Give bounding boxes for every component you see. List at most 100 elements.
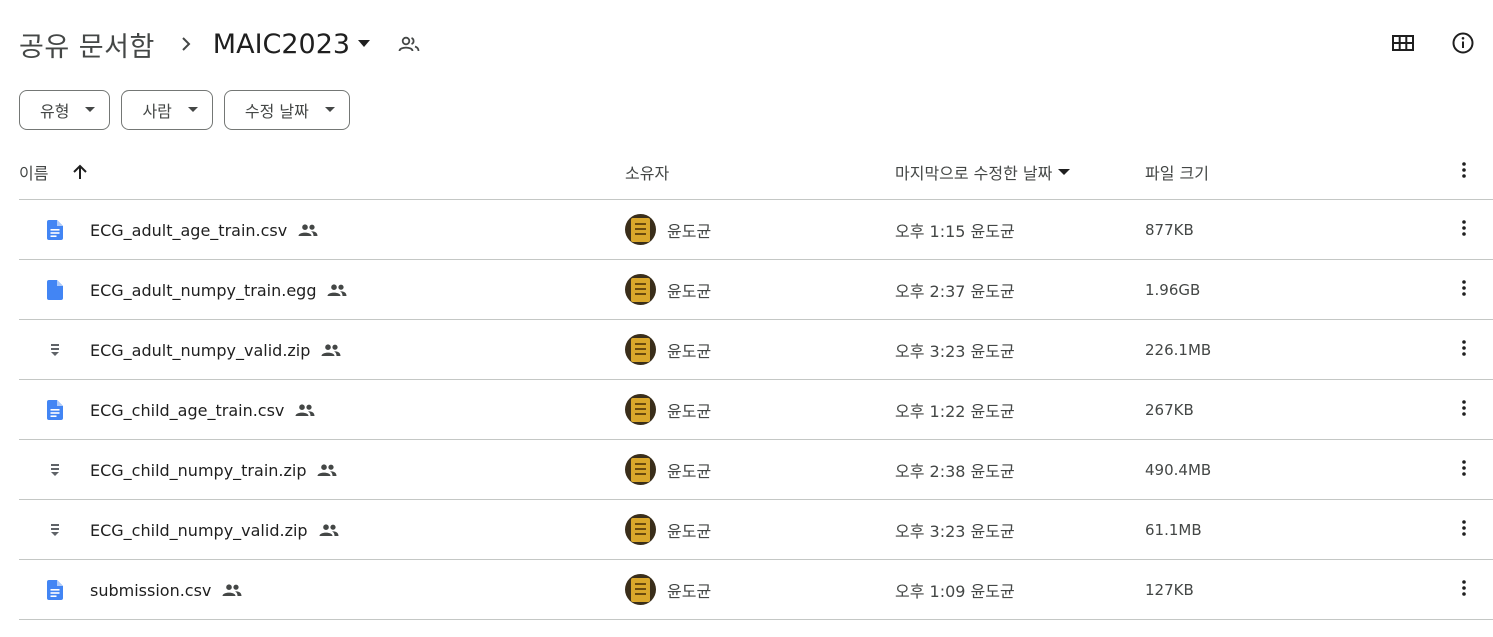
file-name: ECG_adult_numpy_valid.zip xyxy=(90,340,311,360)
file-name-cell: ECG_child_numpy_train.zip xyxy=(90,440,337,500)
owner-name: 윤도균 xyxy=(667,461,712,481)
avatar[interactable] xyxy=(625,214,656,245)
modified-sort-button[interactable]: 마지막으로 수정한 날짜 xyxy=(895,160,1071,184)
table-row[interactable]: ECG_child_age_train.csv 윤도균 오후 1:22 윤도균 … xyxy=(19,380,1493,440)
more-vert-icon xyxy=(1462,162,1466,182)
owner-cell: 윤도균 xyxy=(625,394,711,425)
file-name: ECG_adult_age_train.csv xyxy=(90,220,288,240)
more-vert-icon xyxy=(1462,400,1466,420)
row-more-button[interactable] xyxy=(1449,335,1479,365)
people-filter-chip[interactable]: 사람 xyxy=(121,90,213,130)
header-owner-label: 소유자 xyxy=(625,164,670,183)
caret-down-icon xyxy=(187,107,198,113)
file-name-cell: ECG_child_numpy_valid.zip xyxy=(90,500,339,560)
size-cell: 1.96GB xyxy=(1145,281,1201,299)
owner-name: 윤도균 xyxy=(667,341,712,361)
table-header: 이름 소유자 마지막으로 수정한 날짜 파일 크기 xyxy=(19,145,1493,200)
chip-label: 사람 xyxy=(142,102,172,121)
folder-dropdown-button[interactable]: MAIC2023 xyxy=(213,29,371,60)
header-size[interactable]: 파일 크기 xyxy=(1145,160,1209,184)
owner-name: 윤도균 xyxy=(667,221,712,241)
header-owner[interactable]: 소유자 xyxy=(625,160,669,184)
avatar[interactable] xyxy=(625,574,656,605)
owner-cell: 윤도균 xyxy=(625,454,711,485)
more-vert-icon xyxy=(1462,280,1466,300)
header-size-label: 파일 크기 xyxy=(1145,164,1209,183)
header-modified[interactable]: 마지막으로 수정한 날짜 xyxy=(895,160,1071,184)
modified-filter-chip[interactable]: 수정 날짜 xyxy=(223,90,350,130)
owner-name: 윤도균 xyxy=(667,401,712,421)
shared-people-icon xyxy=(298,224,318,236)
shared-people-icon xyxy=(321,344,341,356)
row-more-button[interactable] xyxy=(1449,275,1479,305)
avatar[interactable] xyxy=(625,334,656,365)
breadcrumb: 공유 문서함 MAIC2023 xyxy=(19,22,420,66)
table-row[interactable]: ECG_child_numpy_train.zip 윤도균 오후 2:38 윤도… xyxy=(19,440,1493,500)
modified-cell: 오후 3:23 윤도균 xyxy=(895,342,1015,361)
more-vert-icon xyxy=(1462,460,1466,480)
header-modified-label: 마지막으로 수정한 날짜 xyxy=(895,164,1053,183)
type-filter-chip[interactable]: 유형 xyxy=(19,90,111,130)
chip-label: 수정 날짜 xyxy=(244,102,309,121)
chevron-right-icon xyxy=(181,36,191,52)
avatar[interactable] xyxy=(625,394,656,425)
arrow-up-icon[interactable] xyxy=(72,164,88,180)
shared-people-icon xyxy=(319,524,339,536)
file-name: ECG_child_numpy_train.zip xyxy=(90,460,307,480)
file-name-cell: ECG_adult_numpy_train.egg xyxy=(90,260,347,320)
document-icon xyxy=(45,398,65,422)
caret-down-icon xyxy=(85,107,96,113)
size-cell: 267KB xyxy=(1145,401,1194,419)
file-name-cell: ECG_adult_age_train.csv xyxy=(90,200,318,260)
file-name: ECG_child_numpy_valid.zip xyxy=(90,520,308,540)
size-cell: 127KB xyxy=(1145,581,1194,599)
row-more-button[interactable] xyxy=(1449,515,1479,545)
more-vert-icon xyxy=(1462,340,1466,360)
file-name-cell: ECG_child_age_train.csv xyxy=(90,380,315,440)
row-more-button[interactable] xyxy=(1449,395,1479,425)
details-button[interactable] xyxy=(1433,30,1493,60)
table-row[interactable]: ECG_adult_numpy_train.egg 윤도균 오후 2:37 윤도… xyxy=(19,260,1493,320)
owner-cell: 윤도균 xyxy=(625,214,711,245)
size-cell: 490.4MB xyxy=(1145,461,1212,479)
zip-icon xyxy=(45,518,65,542)
table-row[interactable]: ECG_adult_numpy_valid.zip 윤도균 오후 3:23 윤도… xyxy=(19,320,1493,380)
table-row[interactable]: ECG_child_numpy_valid.zip 윤도균 오후 3:23 윤도… xyxy=(19,500,1493,560)
header-name-label: 이름 xyxy=(19,164,49,183)
file-table: 이름 소유자 마지막으로 수정한 날짜 파일 크기 ECG_adult_age_… xyxy=(19,145,1493,620)
owner-cell: 윤도균 xyxy=(625,274,711,305)
owner-name: 윤도균 xyxy=(667,521,712,541)
row-more-button[interactable] xyxy=(1449,575,1479,605)
owner-cell: 윤도균 xyxy=(625,574,711,605)
more-vert-icon xyxy=(1462,520,1466,540)
row-more-button[interactable] xyxy=(1449,215,1479,245)
caret-down-icon xyxy=(358,40,371,48)
grid-view-button[interactable] xyxy=(1373,30,1433,60)
grid-view-icon xyxy=(1392,35,1414,55)
avatar[interactable] xyxy=(625,454,656,485)
table-row[interactable]: ECG_adult_age_train.csv 윤도균 오후 1:15 윤도균 … xyxy=(19,200,1493,260)
column-options-button[interactable] xyxy=(1449,162,1479,182)
modified-cell: 오후 2:38 윤도균 xyxy=(895,462,1015,481)
avatar[interactable] xyxy=(625,514,656,545)
document-icon xyxy=(45,218,65,242)
document-icon xyxy=(45,578,65,602)
owner-cell: 윤도균 xyxy=(625,334,711,365)
caret-down-icon xyxy=(1058,168,1071,176)
table-row[interactable]: submission.csv 윤도균 오후 1:09 윤도균 127KB xyxy=(19,560,1493,620)
row-more-button[interactable] xyxy=(1449,455,1479,485)
people-icon[interactable] xyxy=(398,36,420,52)
file-name: ECG_adult_numpy_train.egg xyxy=(90,280,317,300)
file-name: submission.csv xyxy=(90,580,212,600)
top-actions xyxy=(1373,30,1493,60)
file-name: ECG_child_age_train.csv xyxy=(90,400,285,420)
shared-people-icon xyxy=(317,464,337,476)
file-icon xyxy=(45,278,65,302)
zip-icon xyxy=(45,458,65,482)
info-icon xyxy=(1452,32,1474,58)
breadcrumb-root[interactable]: 공유 문서함 xyxy=(19,25,155,64)
modified-cell: 오후 2:37 윤도균 xyxy=(895,282,1015,301)
chip-label: 유형 xyxy=(40,102,70,121)
table-body: ECG_adult_age_train.csv 윤도균 오후 1:15 윤도균 … xyxy=(19,200,1493,620)
avatar[interactable] xyxy=(625,274,656,305)
